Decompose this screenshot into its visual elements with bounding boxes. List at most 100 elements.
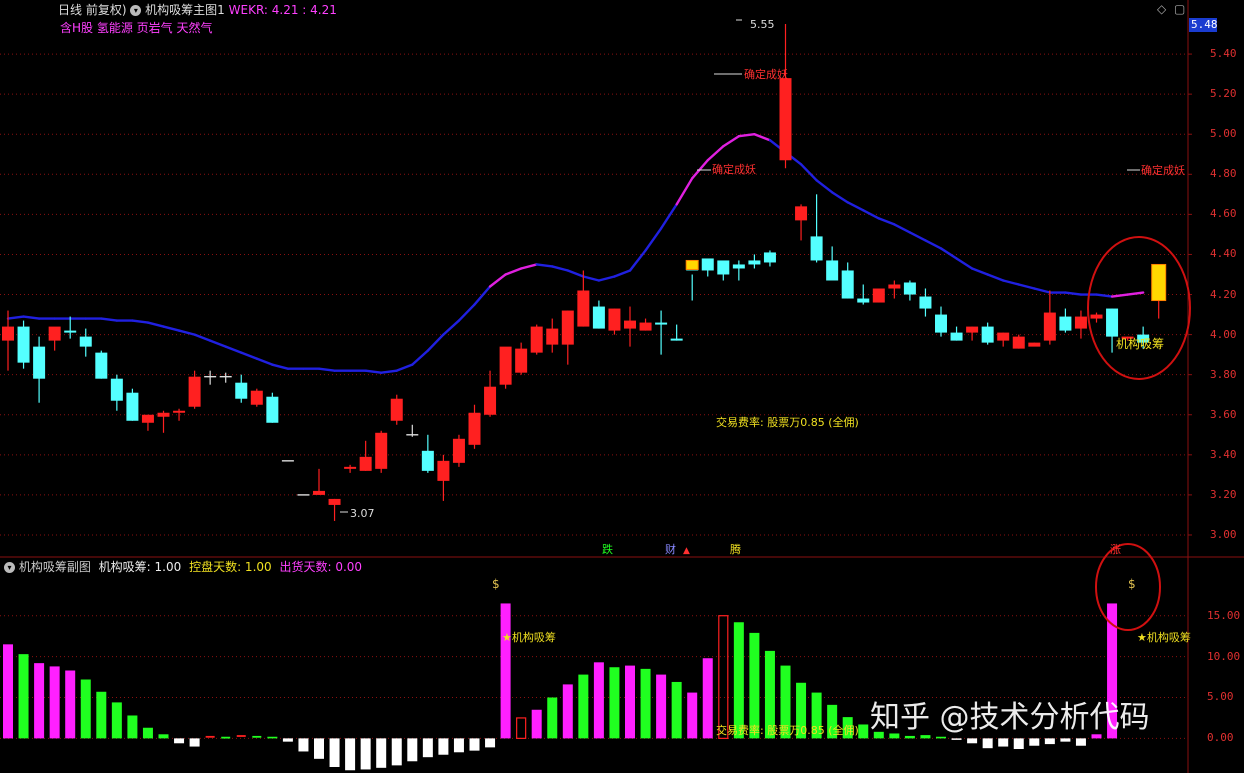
candle (779, 24, 792, 169)
indicator-bar (158, 734, 169, 739)
indicator-bar (65, 670, 76, 739)
candle (997, 332, 1010, 347)
ma-segment (193, 333, 212, 342)
ma-segment (442, 319, 461, 336)
candle-body (468, 412, 481, 445)
ma-segment (893, 223, 912, 234)
indicator-bar (453, 738, 464, 753)
indicator-bar (656, 674, 667, 739)
indicator-bar (967, 738, 978, 744)
ma-segment (504, 267, 523, 276)
candle-body (795, 206, 808, 221)
ma-segment (426, 333, 445, 352)
ma-segment (535, 263, 554, 268)
ma-segment (566, 269, 585, 278)
indicator-bar (998, 738, 1009, 747)
candle-body (888, 284, 901, 289)
indicator-bar (49, 666, 60, 739)
chart-canvas[interactable] (0, 0, 1244, 773)
candle (530, 324, 543, 355)
ma-segment (177, 329, 196, 336)
indicator-bar (718, 615, 729, 739)
candle-body (484, 386, 497, 415)
event-marker[interactable]: 涨 (1110, 543, 1121, 557)
candle-body (452, 438, 465, 463)
indicator-bar (438, 738, 449, 755)
ma-segment (224, 345, 243, 354)
event-marker[interactable]: 跌 (602, 543, 613, 557)
candle-body (857, 298, 870, 303)
ma-segment (6, 315, 25, 320)
candle (515, 342, 528, 375)
ma-segment (582, 275, 601, 282)
ma-segment (970, 267, 989, 276)
candle (141, 414, 154, 431)
candle (313, 468, 325, 495)
ma-segment (1002, 279, 1020, 286)
candle-body (421, 450, 434, 471)
ma-segment (457, 303, 476, 322)
candle (935, 306, 947, 337)
candle (48, 326, 61, 351)
candle-body (173, 410, 186, 413)
candle-body (950, 332, 963, 341)
ma-segment (1064, 291, 1083, 296)
candle-body (188, 376, 201, 407)
candle (173, 408, 186, 421)
fee-rate-label: 交易费率: 股票万0.85 (全佣) (716, 416, 859, 429)
indicator-bar (314, 738, 324, 759)
ma-segment (753, 133, 772, 142)
ma-segment (799, 163, 818, 182)
highlight-candle (1151, 263, 1167, 302)
indicator-bar (516, 717, 527, 739)
confirm-label: 确定成妖 (1141, 164, 1185, 177)
candle (328, 498, 341, 521)
candle (406, 424, 419, 437)
event-marker[interactable]: 腾 (730, 543, 741, 557)
indicator-bar (1075, 738, 1086, 746)
indicator-bar (236, 735, 246, 737)
confirm-label: 确定成妖 (712, 163, 756, 176)
indicator-bar (407, 738, 418, 762)
ma-segment (411, 349, 430, 366)
candle (64, 316, 77, 339)
candle-body (390, 398, 403, 421)
candle (624, 306, 636, 347)
candle-body (250, 390, 263, 405)
indicator-bar (1060, 738, 1071, 742)
indicator-bar (391, 738, 402, 766)
event-marker[interactable]: 财 (665, 543, 676, 557)
candle-body (608, 308, 621, 331)
candle (204, 370, 217, 385)
candle-body (313, 490, 325, 495)
candle (110, 374, 123, 411)
indicator-bar (221, 736, 231, 739)
indicator-bar (1013, 738, 1024, 750)
candle-body (966, 326, 979, 333)
indicator-bar (345, 738, 356, 771)
candle-body (903, 282, 916, 295)
inst-accumulation-label: 机构吸筹 (1116, 337, 1165, 351)
candle-body (670, 338, 683, 341)
indicator-bar (298, 738, 309, 752)
indicator-bar (469, 738, 480, 751)
candle (919, 288, 932, 317)
ma-segment (1017, 283, 1036, 290)
ma-segment (395, 363, 414, 372)
ma-segment (519, 263, 538, 270)
candle (250, 388, 263, 407)
candle (95, 350, 108, 379)
candle-body (546, 328, 559, 345)
candle-body (779, 78, 792, 161)
indicator-bar (3, 644, 13, 739)
indicator-bar (80, 679, 91, 739)
watermark: 知乎 @技术分析代码 (870, 700, 1150, 735)
candle-body (2, 326, 14, 341)
candle-body (33, 346, 46, 379)
candle-body (344, 466, 357, 469)
candle (981, 322, 994, 345)
candle (437, 454, 450, 501)
indicator-bar (142, 727, 153, 739)
candle (1043, 290, 1056, 345)
candle (1090, 312, 1103, 323)
